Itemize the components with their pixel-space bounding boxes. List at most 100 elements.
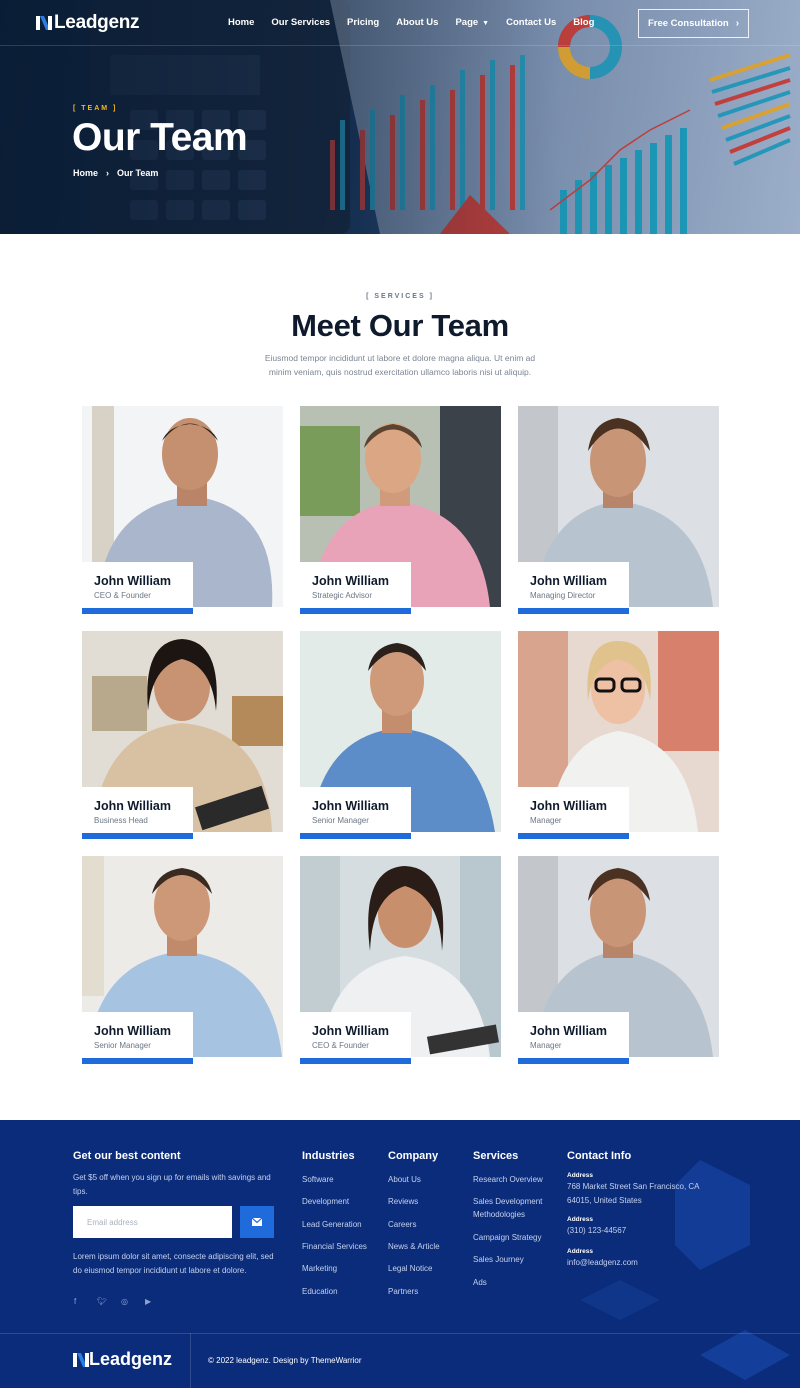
free-consultation-button[interactable]: Free Consultation › xyxy=(638,9,749,38)
industries-link[interactable]: Lead Generation xyxy=(302,1218,362,1231)
team-card[interactable]: John William Business Head xyxy=(82,631,283,832)
industries-link[interactable]: Software xyxy=(302,1173,334,1186)
team-card[interactable]: John William Strategic Advisor xyxy=(300,406,501,607)
member-role: Senior Manager xyxy=(312,816,369,825)
member-role: Manager xyxy=(530,816,562,825)
member-name: John William xyxy=(312,574,389,588)
member-role: Business Head xyxy=(94,816,148,825)
member-label: John William Business Head xyxy=(82,787,193,832)
member-label: John William Managing Director xyxy=(518,562,629,607)
nav-our-services[interactable]: Our Services xyxy=(271,17,330,28)
footer-divider xyxy=(0,1333,800,1334)
nav-home[interactable]: Home xyxy=(228,17,254,28)
industries-link[interactable]: Development xyxy=(302,1195,349,1208)
newsletter-text: Get $5 off when you sign up for emails w… xyxy=(73,1173,271,1196)
member-name: John William xyxy=(94,574,171,588)
contact-email[interactable]: info@leadgenz.com xyxy=(567,1256,638,1270)
services-link[interactable]: Ads xyxy=(473,1276,487,1289)
member-role: Managing Director xyxy=(530,591,596,600)
industries-link[interactable]: Marketing xyxy=(302,1262,337,1275)
card-accent-bar xyxy=(518,608,629,614)
services-link[interactable]: Sales Development Methodologies xyxy=(473,1195,558,1221)
card-accent-bar xyxy=(82,833,193,839)
services-heading: Services xyxy=(473,1150,519,1162)
card-accent-bar xyxy=(82,608,193,614)
email-input[interactable] xyxy=(73,1206,232,1238)
member-name: John William xyxy=(530,1024,607,1038)
card-accent-bar xyxy=(82,1058,193,1064)
nav-page-dropdown[interactable]: Page ▼ xyxy=(455,17,489,28)
footer-logo[interactable]: Leadgenz xyxy=(73,1349,172,1370)
main-menu: Home Our Services Pricing About Us Page ▼… xyxy=(228,17,611,28)
company-link[interactable]: About Us xyxy=(388,1173,421,1186)
page-title: Our Team xyxy=(72,116,248,159)
contact-email-label: Address xyxy=(567,1248,594,1255)
team-card[interactable]: John William Manager xyxy=(518,856,719,1057)
footer-logo-text: Leadgenz xyxy=(89,1349,173,1369)
industries-link[interactable]: Education xyxy=(302,1285,338,1298)
nav-contact-us[interactable]: Contact Us xyxy=(506,17,556,28)
company-link[interactable]: Partners xyxy=(388,1285,418,1298)
company-link[interactable]: Careers xyxy=(388,1218,416,1231)
services-link[interactable]: Campaign Strategy xyxy=(473,1231,541,1244)
footer-divider xyxy=(190,1333,191,1388)
instagram-icon[interactable]: ◎ xyxy=(121,1297,128,1306)
card-accent-bar xyxy=(300,1058,411,1064)
services-link[interactable]: Sales Journey xyxy=(473,1253,524,1266)
nav-page-label: Page xyxy=(455,17,479,28)
team-card[interactable]: John William Senior Manager xyxy=(82,856,283,1057)
twitter-icon[interactable]: 🐦︎ xyxy=(97,1297,107,1306)
member-label: John William CEO & Founder xyxy=(300,1012,411,1057)
nav-about-us[interactable]: About Us xyxy=(396,17,438,28)
team-card[interactable]: John William CEO & Founder xyxy=(82,406,283,607)
card-accent-bar xyxy=(518,833,629,839)
company-link[interactable]: Legal Notice xyxy=(388,1262,432,1275)
company-link[interactable]: News & Article xyxy=(388,1240,440,1253)
cta-label: Free Consultation xyxy=(647,18,729,29)
member-name: John William xyxy=(312,799,389,813)
top-navbar: Leadgenz Home Our Services Pricing About… xyxy=(0,0,800,46)
member-role: Strategic Advisor xyxy=(312,591,373,600)
member-role: Manager xyxy=(530,1041,562,1050)
contact-phone-label: Address xyxy=(567,1216,594,1223)
chevron-right-icon: › xyxy=(106,168,110,178)
facebook-icon[interactable]: f xyxy=(74,1297,76,1306)
team-card[interactable]: John William CEO & Founder xyxy=(300,856,501,1057)
section-tag: [ SERVICES ] xyxy=(366,293,434,300)
team-card[interactable]: John William Manager xyxy=(518,631,719,832)
team-card[interactable]: John William Managing Director xyxy=(518,406,719,607)
logo-text: Leadgenz xyxy=(54,12,140,33)
team-card[interactable]: John William Senior Manager xyxy=(300,631,501,832)
copyright-text: © 2022 leadgenz. Design by ThemeWarrior xyxy=(208,1356,362,1365)
industries-heading: Industries xyxy=(302,1150,355,1162)
member-label: John William CEO & Founder xyxy=(82,562,193,607)
member-label: John William Senior Manager xyxy=(300,787,411,832)
industries-link[interactable]: Financial Services xyxy=(302,1240,367,1253)
chevron-right-icon: › xyxy=(735,18,740,29)
site-logo[interactable]: Leadgenz xyxy=(36,12,140,34)
footer-about-text: Lorem ipsum dolor sit amet, consecte adi… xyxy=(73,1252,274,1275)
card-accent-bar xyxy=(300,608,411,614)
subscribe-button[interactable] xyxy=(240,1206,274,1238)
page-eyebrow: [ TEAM ] xyxy=(73,105,118,112)
envelope-icon xyxy=(252,1218,262,1226)
card-accent-bar xyxy=(518,1058,629,1064)
contact-address-label: Address xyxy=(567,1172,594,1179)
company-link[interactable]: Reviews xyxy=(388,1195,418,1208)
nav-blog[interactable]: Blog xyxy=(573,17,594,28)
youtube-icon[interactable]: ▶︎ xyxy=(145,1297,151,1306)
newsletter-heading: Get our best content xyxy=(73,1150,181,1162)
logo-mark-icon xyxy=(73,1352,89,1367)
nav-pricing[interactable]: Pricing xyxy=(347,17,379,28)
member-label: John William Manager xyxy=(518,787,629,832)
member-name: John William xyxy=(530,799,607,813)
breadcrumb-current: Our Team xyxy=(117,168,159,178)
member-role: CEO & Founder xyxy=(94,591,151,600)
hero-banner: Leadgenz Home Our Services Pricing About… xyxy=(0,0,800,234)
section-description: Eiusmod tempor incididunt ut labore et d… xyxy=(264,353,536,377)
breadcrumb-home[interactable]: Home xyxy=(73,168,98,178)
card-accent-bar xyxy=(300,833,411,839)
contact-phone: (310) 123-44567 xyxy=(567,1226,627,1235)
services-link[interactable]: Research Overview xyxy=(473,1173,543,1186)
member-label: John William Senior Manager xyxy=(82,1012,193,1057)
